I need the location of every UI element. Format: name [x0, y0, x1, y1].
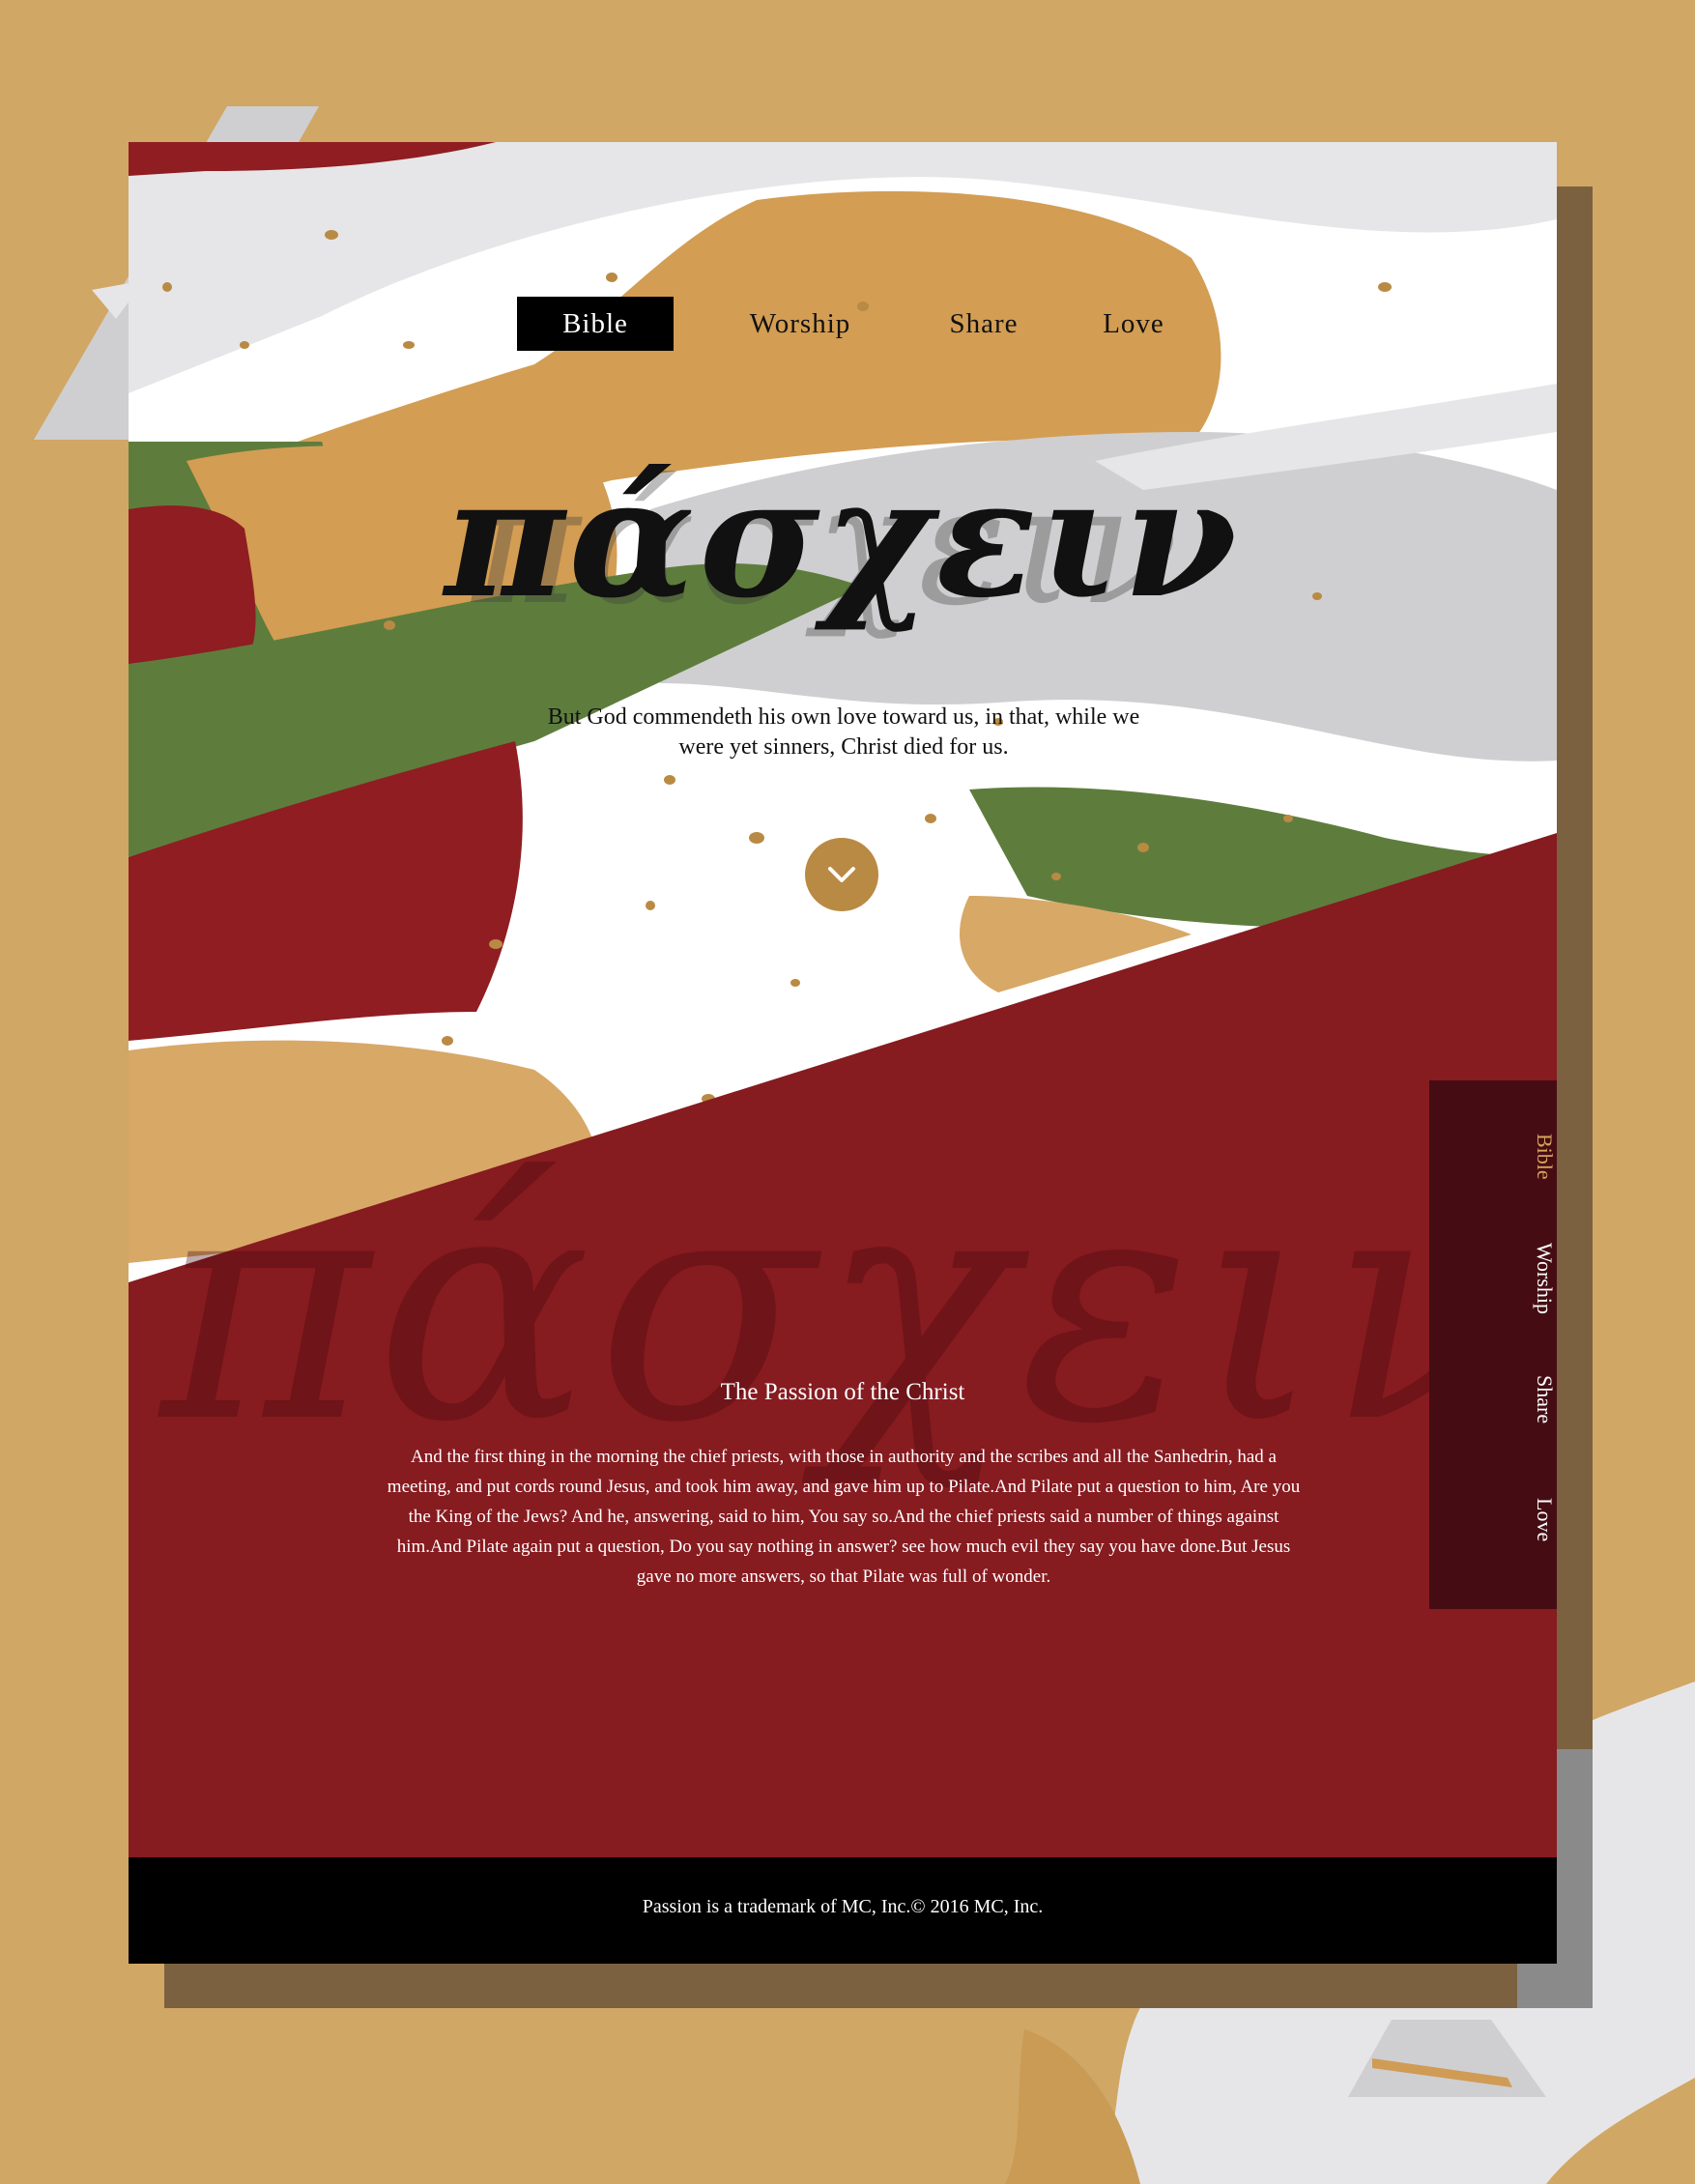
- page-card: Bible Worship Share Love πάσχειν πάσχειν…: [129, 142, 1557, 1964]
- side-nav-item-worship[interactable]: Worship: [1429, 1243, 1557, 1314]
- section-heading: The Passion of the Christ: [720, 1379, 965, 1405]
- section-body: And the first thing in the morning the c…: [387, 1447, 1301, 1587]
- footer-copyright: Passion is a trademark of MC, Inc.© 2016…: [642, 1896, 1044, 1917]
- side-nav-item-bible[interactable]: Bible: [1429, 1134, 1557, 1180]
- side-nav: Bible Worship Share Love: [1429, 1080, 1557, 1609]
- footer: Passion is a trademark of MC, Inc.© 2016…: [129, 1857, 1557, 1964]
- side-nav-item-share[interactable]: Share: [1429, 1375, 1557, 1423]
- passion-section-background: [129, 833, 1557, 1964]
- section-watermark: πάσχειν: [159, 1121, 1528, 1492]
- side-nav-item-love[interactable]: Love: [1429, 1498, 1557, 1541]
